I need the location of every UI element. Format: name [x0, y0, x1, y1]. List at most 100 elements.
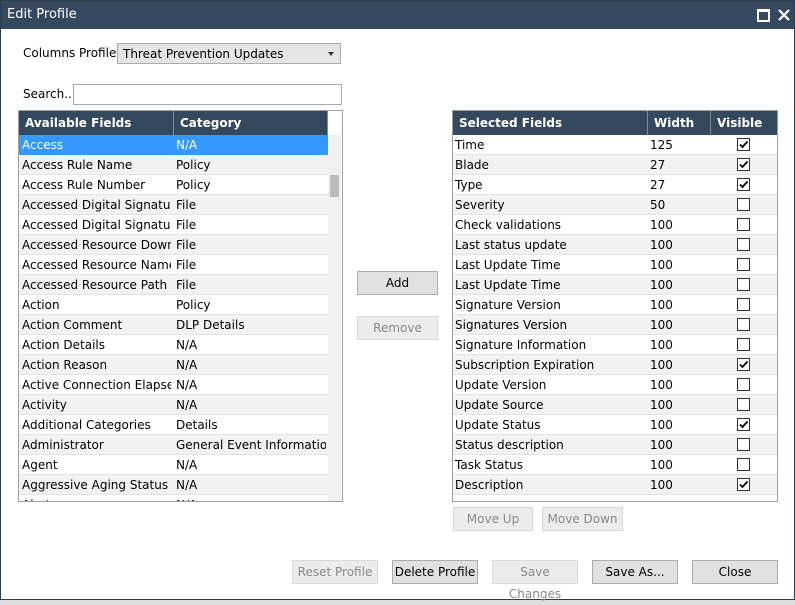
table-row[interactable]: Accessed Resource Downloa File: [19, 235, 328, 255]
table-row[interactable]: Last Update Time 100: [453, 275, 777, 295]
visible-checkbox[interactable]: [737, 198, 750, 211]
table-row[interactable]: Accessed Digital Signature A File: [19, 195, 328, 215]
selected-field-cell: Time: [455, 138, 485, 152]
table-row[interactable]: Access Rule Name Policy: [19, 155, 328, 175]
table-row[interactable]: Signature Information 100: [453, 335, 777, 355]
save-as-button[interactable]: Save As...: [592, 560, 678, 584]
width-cell[interactable]: 27: [650, 175, 708, 194]
columns-profile-value: Threat Prevention Updates: [123, 47, 284, 61]
visible-checkbox[interactable]: [737, 238, 750, 251]
width-cell[interactable]: 100: [650, 475, 708, 494]
visible-checkbox[interactable]: [737, 318, 750, 331]
visible-checkbox[interactable]: [737, 398, 750, 411]
column-header-width[interactable]: Width: [648, 111, 711, 135]
table-row[interactable]: Action Reason N/A: [19, 355, 328, 375]
table-row[interactable]: Description 100: [453, 475, 777, 495]
visible-checkbox[interactable]: [737, 278, 750, 291]
width-cell[interactable]: 100: [650, 355, 708, 374]
table-row[interactable]: Check validations 100: [453, 215, 777, 235]
width-cell[interactable]: 100: [650, 275, 708, 294]
table-row[interactable]: Update Version 100: [453, 375, 777, 395]
table-row[interactable]: Accessed Resource Path File: [19, 275, 328, 295]
width-cell[interactable]: 100: [650, 295, 708, 314]
width-cell[interactable]: 125: [650, 135, 708, 154]
table-row[interactable]: Blade 27: [453, 155, 777, 175]
title-bar[interactable]: Edit Profile: [1, 1, 794, 29]
visible-checkbox[interactable]: [737, 218, 750, 231]
visible-checkbox-checked[interactable]: [737, 478, 750, 491]
search-input[interactable]: [73, 84, 342, 105]
visible-checkbox-checked[interactable]: [737, 158, 750, 171]
table-row[interactable]: Task Status 100: [453, 455, 777, 475]
delete-profile-button[interactable]: Delete Profile: [392, 560, 478, 584]
width-cell[interactable]: 100: [650, 455, 708, 474]
width-cell[interactable]: 100: [650, 315, 708, 334]
scrollbar-thumb[interactable]: [330, 175, 339, 197]
table-row[interactable]: Signature Version 100: [453, 295, 777, 315]
width-cell[interactable]: 50: [650, 195, 708, 214]
column-header-selected-fields[interactable]: Selected Fields: [453, 111, 648, 135]
visible-checkbox-checked[interactable]: [737, 358, 750, 371]
width-cell[interactable]: 100: [650, 335, 708, 354]
table-row[interactable]: Last Update Time 100: [453, 255, 777, 275]
table-row[interactable]: Update Status 100: [453, 415, 777, 435]
table-row[interactable]: Status description 100: [453, 435, 777, 455]
width-cell[interactable]: 27: [650, 155, 708, 174]
table-row[interactable]: Last status update 100: [453, 235, 777, 255]
table-row[interactable]: Signatures Version 100: [453, 315, 777, 335]
table-row[interactable]: Time 125: [453, 135, 777, 155]
visible-checkbox-checked[interactable]: [737, 178, 750, 191]
table-row[interactable]: Agent N/A: [19, 455, 328, 475]
table-row[interactable]: Accessed Digital Signature C File: [19, 215, 328, 235]
width-cell[interactable]: 100: [650, 215, 708, 234]
table-row[interactable]: Action Policy: [19, 295, 328, 315]
visible-checkbox[interactable]: [737, 458, 750, 471]
move-down-button[interactable]: Move Down: [542, 507, 623, 531]
visible-checkbox-checked[interactable]: [737, 418, 750, 431]
visible-checkbox-checked[interactable]: [737, 138, 750, 151]
selected-field-cell: Update Status: [455, 418, 541, 432]
table-row[interactable]: Type 27: [453, 175, 777, 195]
save-changes-button[interactable]: Save Changes: [492, 560, 578, 601]
table-row[interactable]: Subscription Expiration 100: [453, 355, 777, 375]
column-header-category[interactable]: Category: [174, 111, 328, 135]
table-row[interactable]: Access N/A: [19, 135, 328, 155]
available-fields-scrollbar[interactable]: [328, 135, 341, 501]
table-row[interactable]: Accessed Resource Name File: [19, 255, 328, 275]
remove-button[interactable]: Remove: [357, 316, 438, 340]
table-row[interactable]: Activity N/A: [19, 395, 328, 415]
close-icon[interactable]: [772, 1, 795, 29]
table-row[interactable]: Update Source 100: [453, 395, 777, 415]
selected-field-cell: Description: [455, 478, 524, 492]
visible-checkbox[interactable]: [737, 438, 750, 451]
table-row[interactable]: Access Rule Number Policy: [19, 175, 328, 195]
table-row[interactable]: Alert N/A: [19, 495, 328, 501]
table-row[interactable]: Severity 50: [453, 195, 777, 215]
table-row[interactable]: Administrator General Event Information: [19, 435, 328, 455]
visible-checkbox[interactable]: [737, 378, 750, 391]
table-row[interactable]: Aggressive Aging Status N/A: [19, 475, 328, 495]
add-button[interactable]: Add: [357, 271, 438, 295]
width-cell[interactable]: 100: [650, 255, 708, 274]
column-header-visible[interactable]: Visible: [711, 111, 777, 135]
visible-checkbox[interactable]: [737, 258, 750, 271]
table-row[interactable]: Active Connection Elapsed N/A: [19, 375, 328, 395]
column-header-available-fields[interactable]: Available Fields: [19, 111, 174, 135]
close-button[interactable]: Close: [692, 560, 778, 584]
table-row[interactable]: Additional Categories Details: [19, 415, 328, 435]
width-cell[interactable]: 100: [650, 235, 708, 254]
table-row[interactable]: Action Details N/A: [19, 335, 328, 355]
columns-profile-label: Columns Profile:: [23, 46, 121, 60]
width-cell[interactable]: 100: [650, 435, 708, 454]
width-cell[interactable]: 100: [650, 395, 708, 414]
category-cell: File: [176, 198, 197, 212]
width-cell[interactable]: 100: [650, 415, 708, 434]
visible-checkbox[interactable]: [737, 338, 750, 351]
width-cell[interactable]: 100: [650, 375, 708, 394]
columns-profile-dropdown[interactable]: Threat Prevention Updates: [117, 43, 341, 64]
move-up-button[interactable]: Move Up: [453, 507, 533, 531]
category-cell: N/A: [176, 398, 198, 412]
visible-checkbox[interactable]: [737, 298, 750, 311]
reset-profile-button[interactable]: Reset Profile: [292, 560, 378, 584]
table-row[interactable]: Action Comment DLP Details: [19, 315, 328, 335]
